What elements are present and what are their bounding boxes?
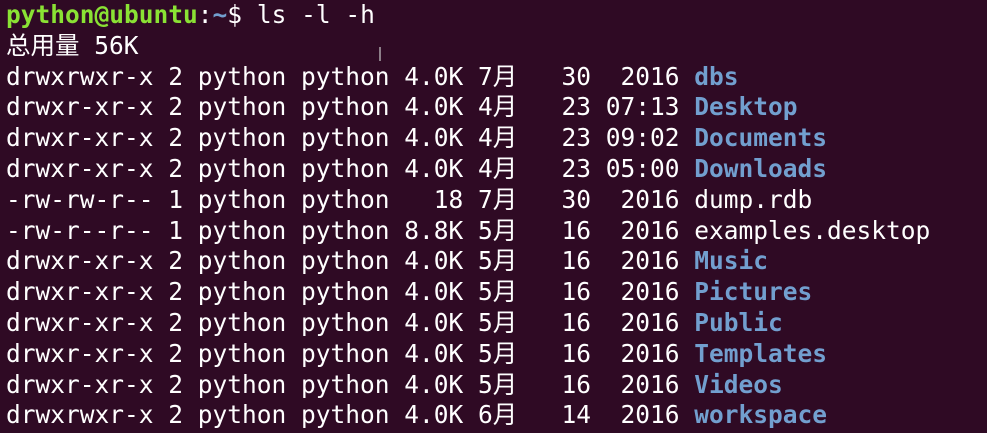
prompt-path: ~ [212, 0, 228, 29]
prompt-user-host: python@ubuntu [6, 0, 198, 29]
directory-name: Music [694, 246, 769, 276]
terminal-window[interactable]: python@ubuntu:~$ ls -l -h 总用量 56K drwxrw… [0, 0, 987, 433]
mouse-ibeam-cursor [379, 47, 381, 61]
entry-meta: drwxr-xr-x 2 python python 4.0K 4月 23 07… [6, 92, 695, 122]
command-line: python@ubuntu:~$ ls -l -h [6, 0, 987, 31]
command-text: ls -l -h [242, 0, 375, 29]
entry-meta: drwxr-xr-x 2 python python 4.0K 4月 23 05… [6, 153, 695, 183]
directory-name: Desktop [694, 92, 798, 122]
file-name: dump.rdb [694, 184, 813, 214]
listing-row: drwxr-xr-x 2 python python 4.0K 5月 16 20… [6, 370, 987, 401]
entry-meta: drwxr-xr-x 2 python python 4.0K 5月 16 20… [6, 307, 695, 337]
entry-meta: drwxr-xr-x 2 python python 4.0K 5月 16 20… [6, 369, 695, 399]
entry-meta: drwxr-xr-x 2 python python 4.0K 5月 16 20… [6, 246, 695, 276]
listing-row: drwxr-xr-x 2 python python 4.0K 4月 23 07… [6, 92, 987, 123]
listing-row: -rw-r--r-- 1 python python 8.8K 5月 16 20… [6, 216, 987, 247]
file-name: examples.desktop [694, 215, 931, 245]
directory-name: Pictures [694, 277, 813, 307]
entry-meta: -rw-r--r-- 1 python python 8.8K 5月 16 20… [6, 215, 695, 245]
entry-meta: drwxrwxr-x 2 python python 4.0K 6月 14 20… [6, 400, 695, 430]
directory-name: Videos [694, 369, 783, 399]
listing-row: drwxrwxr-x 2 python python 4.0K 7月 30 20… [6, 62, 987, 93]
total-line: 总用量 56K [6, 30, 139, 60]
entry-meta: drwxr-xr-x 2 python python 4.0K 5月 16 20… [6, 277, 695, 307]
prompt-symbol: $ [227, 0, 243, 29]
entry-meta: -rw-rw-r-- 1 python python 18 7月 30 2016 [6, 184, 695, 214]
listing-row: drwxr-xr-x 2 python python 4.0K 5月 16 20… [6, 339, 987, 370]
directory-name: workspace [694, 400, 828, 430]
prompt-separator: : [197, 0, 213, 29]
listing-row: drwxr-xr-x 2 python python 4.0K 4月 23 05… [6, 154, 987, 185]
entry-meta: drwxr-xr-x 2 python python 4.0K 5月 16 20… [6, 338, 695, 368]
listing-row: drwxr-xr-x 2 python python 4.0K 5月 16 20… [6, 308, 987, 339]
directory-name: Downloads [694, 153, 828, 183]
entry-meta: drwxrwxr-x 2 python python 4.0K 7月 30 20… [6, 61, 695, 91]
listing-row: drwxr-xr-x 2 python python 4.0K 4月 23 09… [6, 123, 987, 154]
entry-meta: drwxr-xr-x 2 python python 4.0K 4月 23 09… [6, 123, 695, 153]
listing-row: drwxr-xr-x 2 python python 4.0K 5月 16 20… [6, 246, 987, 277]
directory-name: Templates [694, 338, 828, 368]
file-listing: drwxrwxr-x 2 python python 4.0K 7月 30 20… [6, 62, 987, 432]
directory-name: dbs [694, 61, 739, 91]
directory-name: Public [694, 307, 783, 337]
listing-row: drwxr-xr-x 2 python python 4.0K 5月 16 20… [6, 277, 987, 308]
listing-row: drwxrwxr-x 2 python python 4.0K 6月 14 20… [6, 400, 987, 431]
directory-name: Documents [694, 123, 828, 153]
listing-row: -rw-rw-r-- 1 python python 18 7月 30 2016… [6, 185, 987, 216]
